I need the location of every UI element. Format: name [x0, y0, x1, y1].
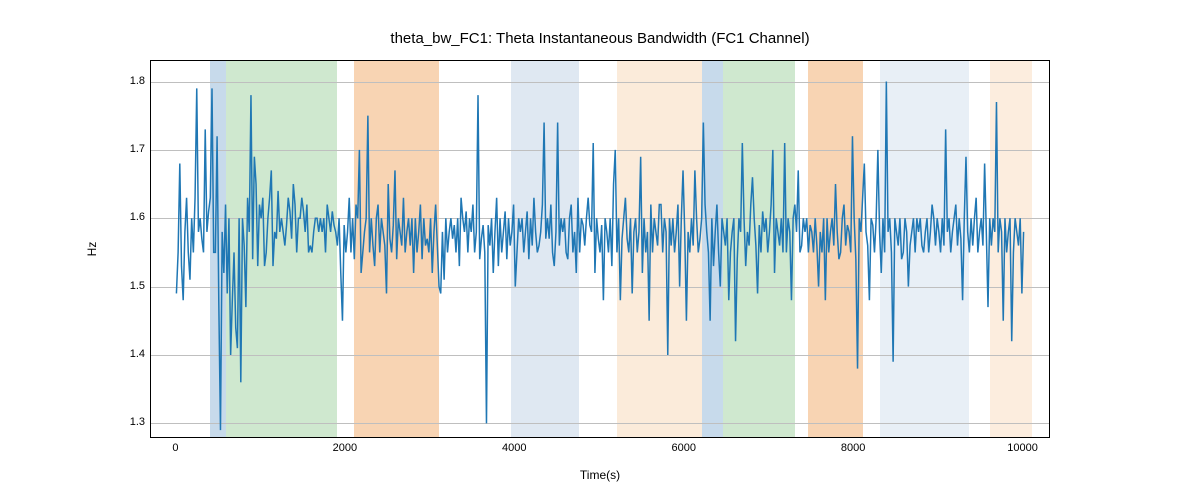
x-axis-label: Time(s) [580, 468, 620, 482]
y-tick-label: 1.5 [130, 280, 145, 292]
y-tick-label: 1.6 [130, 211, 145, 223]
line-series [151, 61, 1049, 437]
x-tick-label: 6000 [671, 442, 695, 454]
y-tick-label: 1.8 [130, 75, 145, 87]
y-tick-label: 1.3 [130, 416, 145, 428]
x-tick-label: 8000 [841, 442, 865, 454]
y-tick-label: 1.4 [130, 348, 145, 360]
plot-area [150, 60, 1050, 438]
chart-title: theta_bw_FC1: Theta Instantaneous Bandwi… [0, 30, 1200, 47]
y-tick-label: 1.7 [130, 143, 145, 155]
x-tick-label: 2000 [333, 442, 357, 454]
x-tick-label: 10000 [1007, 442, 1038, 454]
x-tick-label: 4000 [502, 442, 526, 454]
x-tick-label: 0 [172, 442, 178, 454]
y-axis-label: Hz [85, 242, 99, 257]
